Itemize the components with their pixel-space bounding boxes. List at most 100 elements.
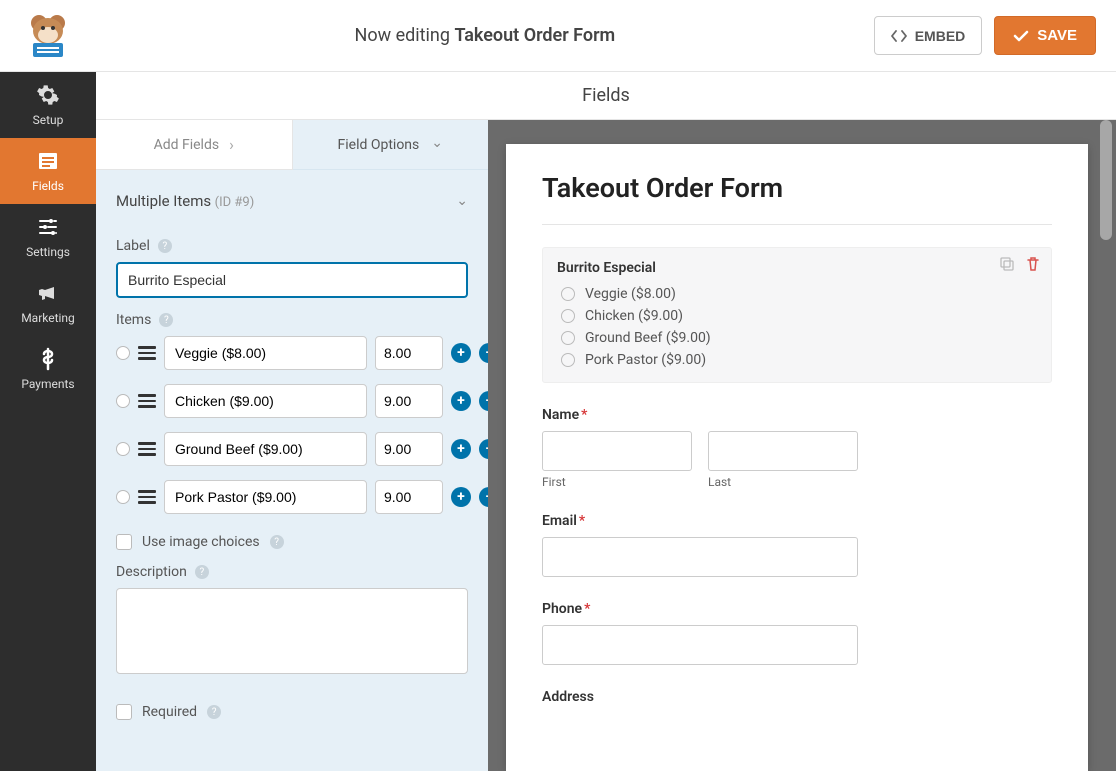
editing-title: Now editing Takeout Order Form bbox=[96, 25, 874, 46]
help-icon[interactable]: ? bbox=[159, 313, 173, 327]
label-label: Label bbox=[116, 238, 150, 254]
remove-item-button[interactable]: − bbox=[479, 391, 488, 411]
phone-input[interactable] bbox=[542, 625, 858, 665]
drag-handle-icon[interactable] bbox=[138, 394, 156, 408]
selected-field-label: Burrito Especial bbox=[557, 260, 1037, 276]
required-asterisk: * bbox=[581, 407, 587, 423]
radio-option[interactable]: Ground Beef ($9.00) bbox=[561, 330, 1037, 346]
use-image-choices-row[interactable]: Use image choices ? bbox=[116, 534, 468, 550]
checkbox[interactable] bbox=[116, 704, 132, 720]
default-radio[interactable] bbox=[116, 346, 130, 360]
remove-item-button[interactable]: − bbox=[479, 343, 488, 363]
preview-name-field[interactable]: Name* First Last bbox=[542, 407, 1052, 489]
item-price-input[interactable] bbox=[375, 432, 443, 466]
drag-handle-icon[interactable] bbox=[138, 442, 156, 456]
add-item-button[interactable]: + bbox=[451, 343, 471, 363]
description-textarea[interactable] bbox=[116, 588, 468, 674]
help-icon[interactable]: ? bbox=[270, 535, 284, 549]
first-name-input[interactable] bbox=[542, 431, 692, 471]
drag-handle-icon[interactable] bbox=[138, 346, 156, 360]
remove-item-button[interactable]: − bbox=[479, 439, 488, 459]
item-row: + − bbox=[116, 432, 468, 466]
sidebar-item-marketing[interactable]: Marketing bbox=[0, 270, 96, 336]
selected-field-block[interactable]: Burrito Especial Veggie ($8.00) Chicken … bbox=[542, 247, 1052, 383]
help-icon[interactable]: ? bbox=[207, 705, 221, 719]
add-item-button[interactable]: + bbox=[451, 439, 471, 459]
section-title: Multiple Items bbox=[116, 192, 211, 210]
form-icon bbox=[36, 149, 60, 173]
drag-handle-icon[interactable] bbox=[138, 490, 156, 504]
gear-icon bbox=[36, 83, 60, 107]
item-name-input[interactable] bbox=[164, 384, 367, 418]
app-logo bbox=[0, 13, 96, 59]
tab-label: Field Options bbox=[338, 137, 420, 153]
embed-label: EMBED bbox=[915, 28, 966, 44]
section-header[interactable]: Multiple Items (ID #9) ⌄ bbox=[116, 190, 468, 224]
item-row: + − bbox=[116, 384, 468, 418]
options-panel: Add Fields Field Options Multiple Items … bbox=[96, 120, 488, 771]
preview-phone-field[interactable]: Phone* bbox=[542, 601, 1052, 665]
item-price-input[interactable] bbox=[375, 384, 443, 418]
radio-option[interactable]: Veggie ($8.00) bbox=[561, 286, 1037, 302]
preview-form-title: Takeout Order Form bbox=[542, 172, 1052, 225]
preview-pane: Takeout Order Form Burrito Especial Vegg… bbox=[488, 120, 1116, 771]
item-price-input[interactable] bbox=[375, 480, 443, 514]
fields-header-title: Fields bbox=[582, 85, 630, 106]
label-input[interactable] bbox=[116, 262, 468, 298]
preview-scrollbar[interactable] bbox=[1100, 120, 1112, 771]
panel-tabs: Add Fields Field Options bbox=[96, 120, 488, 170]
add-item-button[interactable]: + bbox=[451, 391, 471, 411]
tab-field-options[interactable]: Field Options bbox=[293, 120, 489, 170]
save-label: SAVE bbox=[1037, 27, 1077, 44]
sidebar-item-fields[interactable]: Fields bbox=[0, 138, 96, 204]
trash-icon[interactable] bbox=[1025, 256, 1041, 272]
code-icon bbox=[891, 28, 907, 44]
item-name-input[interactable] bbox=[164, 432, 367, 466]
item-price-input[interactable] bbox=[375, 336, 443, 370]
email-input[interactable] bbox=[542, 537, 858, 577]
radio-option[interactable]: Pork Pastor ($9.00) bbox=[561, 352, 1037, 368]
preview-address-field[interactable]: Address bbox=[542, 689, 1052, 705]
preview-sheet: Takeout Order Form Burrito Especial Vegg… bbox=[506, 144, 1088, 771]
duplicate-icon[interactable] bbox=[999, 256, 1015, 272]
option-text: Ground Beef ($9.00) bbox=[585, 330, 711, 346]
required-row[interactable]: Required ? bbox=[116, 704, 468, 720]
chevron-down-icon: ⌄ bbox=[456, 193, 468, 209]
save-button[interactable]: SAVE bbox=[994, 16, 1096, 55]
help-icon[interactable]: ? bbox=[158, 239, 172, 253]
phone-label: Phone bbox=[542, 601, 582, 617]
description-label: Description bbox=[116, 564, 187, 580]
embed-button[interactable]: EMBED bbox=[874, 16, 983, 55]
item-name-input[interactable] bbox=[164, 480, 367, 514]
item-row: + − bbox=[116, 336, 468, 370]
tab-add-fields[interactable]: Add Fields bbox=[96, 120, 293, 170]
item-row: + − bbox=[116, 480, 468, 514]
option-text: Chicken ($9.00) bbox=[585, 308, 683, 324]
radio-option[interactable]: Chicken ($9.00) bbox=[561, 308, 1037, 324]
last-sublabel: Last bbox=[708, 475, 858, 489]
sidebar-label: Fields bbox=[32, 179, 64, 193]
sidebar-item-payments[interactable]: Payments bbox=[0, 336, 96, 402]
default-radio[interactable] bbox=[116, 394, 130, 408]
item-name-input[interactable] bbox=[164, 336, 367, 370]
sidebar-label: Setup bbox=[33, 113, 64, 127]
topbar: Now editing Takeout Order Form EMBED SAV… bbox=[0, 0, 1116, 72]
selected-field-options: Veggie ($8.00) Chicken ($9.00) Ground Be… bbox=[561, 286, 1037, 368]
default-radio[interactable] bbox=[116, 442, 130, 456]
last-name-input[interactable] bbox=[708, 431, 858, 471]
sidebar-label: Settings bbox=[26, 245, 70, 259]
wpforms-logo-icon bbox=[19, 13, 77, 59]
fields-header: Fields bbox=[96, 72, 1116, 120]
help-icon[interactable]: ? bbox=[195, 565, 209, 579]
sidebar-item-setup[interactable]: Setup bbox=[0, 72, 96, 138]
remove-item-button[interactable]: − bbox=[479, 487, 488, 507]
preview-email-field[interactable]: Email* bbox=[542, 513, 1052, 577]
default-radio[interactable] bbox=[116, 490, 130, 504]
add-item-button[interactable]: + bbox=[451, 487, 471, 507]
sidebar: Setup Fields Settings Marketing Payments bbox=[0, 72, 96, 771]
use-image-choices-label: Use image choices bbox=[142, 534, 260, 550]
option-text: Veggie ($8.00) bbox=[585, 286, 676, 302]
checkbox[interactable] bbox=[116, 534, 132, 550]
sidebar-item-settings[interactable]: Settings bbox=[0, 204, 96, 270]
required-asterisk: * bbox=[579, 513, 585, 529]
